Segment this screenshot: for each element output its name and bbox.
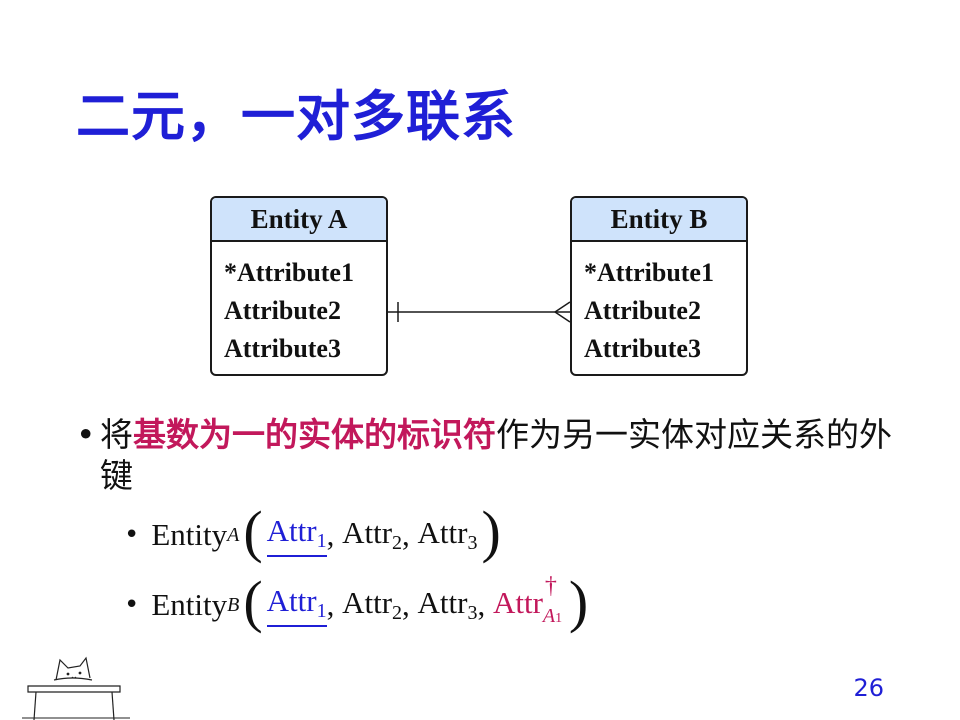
slide-title: 二元，一对多联系 <box>76 85 516 148</box>
schema-a-sep-2: , <box>402 517 410 552</box>
entity-a-attributes: *Attribute1 Attribute2 Attribute3 <box>212 242 386 368</box>
schema-b-attr-3: Attr3 <box>417 585 478 624</box>
entity-b-box: Entity B *Attribute1 Attribute2 Attribut… <box>570 196 748 376</box>
schema-b-sep-3: , <box>477 587 486 622</box>
entity-b-name: Entity B <box>572 198 746 242</box>
schema-b-attr-2: Attr2 <box>342 585 403 624</box>
schema-a-entity: Entity <box>151 517 228 552</box>
schema-a-close-paren: ) <box>481 499 501 564</box>
entity-b-attribute-3: Attribute3 <box>584 334 701 363</box>
schema-b-primary-key: Attr1 <box>266 583 327 627</box>
entity-a-attribute-2: Attribute2 <box>224 296 341 325</box>
page-number: 26 <box>853 674 884 702</box>
schema-a-sep-1: , <box>326 517 335 552</box>
schema-b-foreign-key: Attr † A1 <box>492 573 563 628</box>
schema-a-attr-2: Attr2 <box>342 515 403 554</box>
schema-a-open-paren: ( <box>243 499 263 564</box>
schema-entity-b: • Entity B ( Attr1, Attr2, Attr3, Attr † A1… <box>124 570 592 640</box>
main-bullet-highlight: 基数为一的实体的标识符 <box>133 415 496 454</box>
schema-entity-a: • Entity A ( Attr1, Attr2, Attr3 ) <box>124 500 505 570</box>
schema-b-close-paren: ) <box>568 569 589 634</box>
schema-b-open-paren: ( <box>243 569 263 634</box>
entity-a-attribute-1: *Attribute1 <box>224 258 354 287</box>
schema-a-primary-key: Attr1 <box>266 513 327 557</box>
main-bullet: • 将基数为一的实体的标识符作为另一实体对应关系的外键 <box>76 414 906 496</box>
schema-b-entity-sub: B <box>227 593 240 616</box>
bullet-dot: • <box>124 590 140 620</box>
schema-a-entity-sub: A <box>227 523 240 546</box>
main-bullet-prefix: 将 <box>100 415 133 454</box>
bullet-dot: • <box>76 415 96 454</box>
main-bullet-text: 将基数为一的实体的标识符作为另一实体对应关系的外键 <box>100 414 906 496</box>
cat-doodle-icon <box>22 656 130 720</box>
many-cardinality-mark-top <box>554 301 571 313</box>
entity-a-attribute-3: Attribute3 <box>224 334 341 363</box>
schema-b-entity: Entity <box>151 587 228 622</box>
schema-b-sep-2: , <box>402 587 410 622</box>
bullet-dot: • <box>124 520 140 550</box>
entity-a-name: Entity A <box>212 198 386 242</box>
schema-a-attr-3: Attr3 <box>417 515 478 554</box>
entity-b-attribute-2: Attribute2 <box>584 296 701 325</box>
entity-b-attribute-1: *Attribute1 <box>584 258 714 287</box>
entity-b-attributes: *Attribute1 Attribute2 Attribute3 <box>572 242 746 368</box>
many-cardinality-mark-bottom <box>554 311 571 323</box>
schema-b-sep-1: , <box>326 587 335 622</box>
entity-a-box: Entity A *Attribute1 Attribute2 Attribut… <box>210 196 388 376</box>
